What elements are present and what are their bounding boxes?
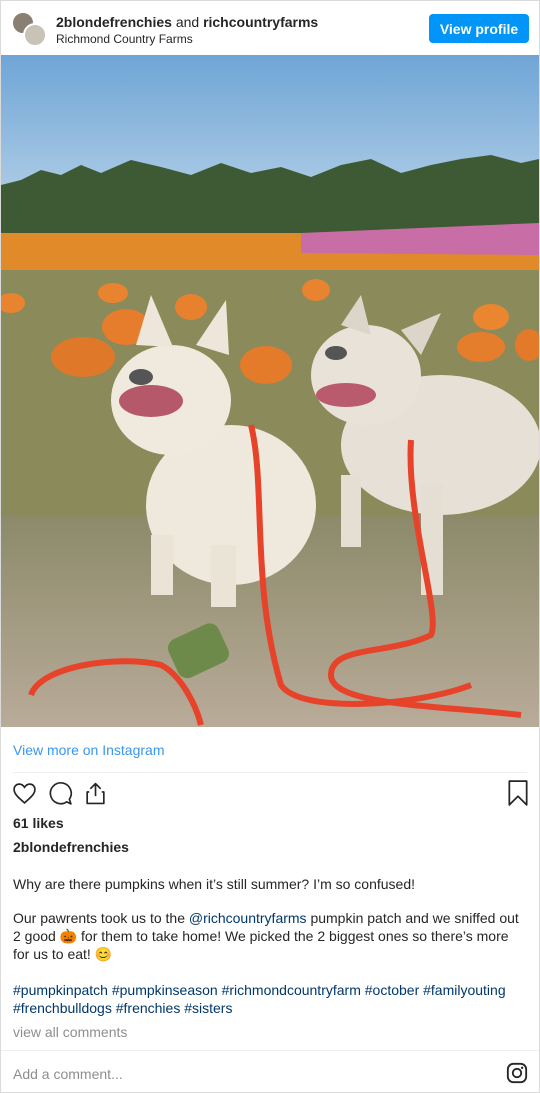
instagram-embed-card: 2blondefrenchies and richcountryfarms Ri… — [0, 0, 540, 1093]
comment-icon[interactable] — [48, 781, 73, 806]
smile-emoji: 😊 — [94, 946, 113, 962]
caption-text: Our pawrents took us to the — [13, 910, 189, 926]
divider — [13, 772, 527, 773]
post-header: 2blondefrenchies and richcountryfarms Ri… — [1, 1, 539, 55]
account-secondary-link[interactable]: richcountryfarms — [203, 14, 318, 30]
account-primary-link[interactable]: 2blondefrenchies — [56, 14, 172, 30]
location-link[interactable]: Richmond Country Farms — [56, 32, 193, 46]
bookmark-icon[interactable] — [507, 780, 529, 806]
account-names: 2blondefrenchies and richcountryfarms — [56, 14, 318, 30]
joiner-text: and — [175, 14, 200, 30]
pumpkin-emoji: 🎃 — [59, 928, 78, 944]
post-photo[interactable] — [1, 55, 539, 727]
view-profile-button[interactable]: View profile — [429, 14, 529, 43]
caption: Why are there pumpkins when it’s still s… — [13, 875, 528, 979]
hashtags[interactable]: #pumpkinpatch #pumpkinseason #richmondco… — [13, 981, 533, 1017]
avatar[interactable] — [23, 23, 47, 47]
heart-icon[interactable] — [12, 781, 37, 806]
action-bar — [1, 779, 539, 809]
view-all-comments-link[interactable]: view all comments — [13, 1024, 127, 1040]
caption-line: Why are there pumpkins when it’s still s… — [13, 876, 416, 892]
caption-paragraph: Our pawrents took us to the @richcountry… — [13, 909, 528, 963]
instagram-logo-icon[interactable] — [506, 1062, 528, 1084]
caption-author[interactable]: 2blondefrenchies — [13, 839, 129, 855]
divider — [1, 1050, 539, 1051]
view-more-link[interactable]: View more on Instagram — [13, 742, 164, 758]
photo-illustration — [1, 55, 539, 727]
mention-link[interactable]: @richcountryfarms — [189, 910, 307, 926]
share-icon[interactable] — [83, 780, 108, 806]
likes-count[interactable]: 61 likes — [13, 815, 64, 831]
caption-text: for them to take home! We picked the 2 b… — [13, 928, 509, 962]
add-comment-input[interactable]: Add a comment... — [13, 1066, 123, 1082]
avatar-stack[interactable] — [11, 11, 47, 47]
